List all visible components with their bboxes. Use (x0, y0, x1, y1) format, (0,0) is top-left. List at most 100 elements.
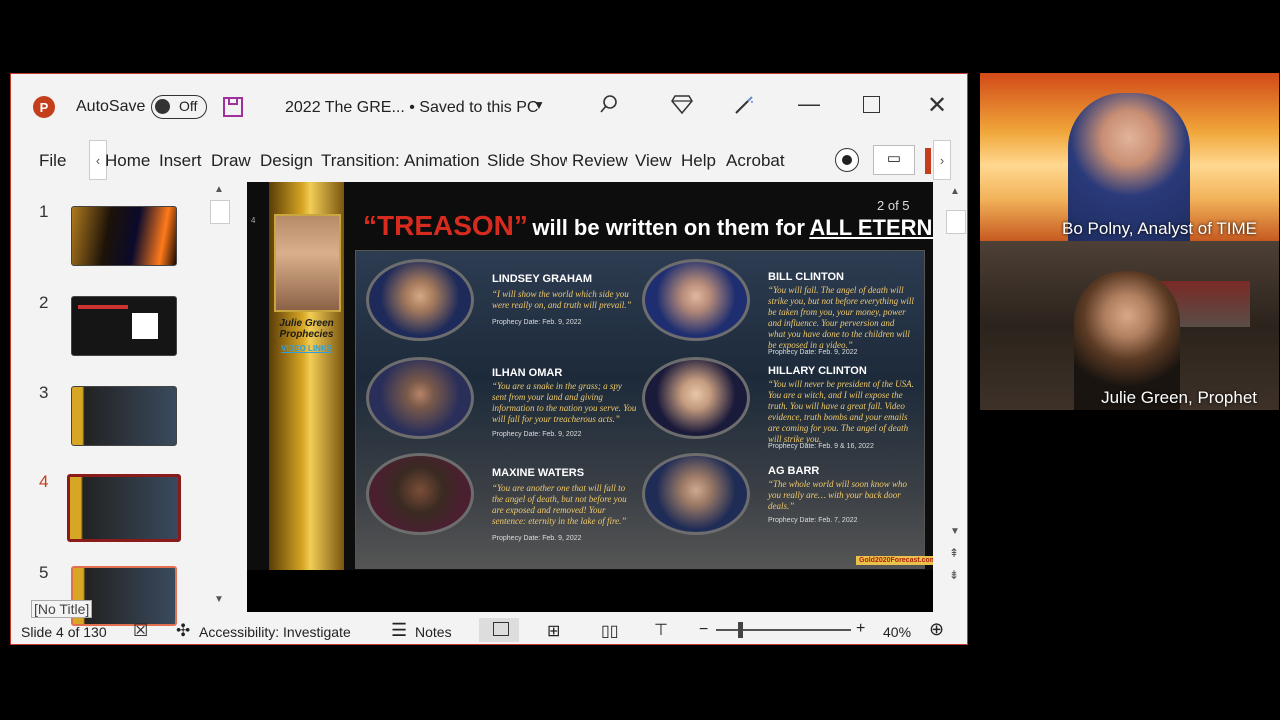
tab-animations[interactable]: Animation (404, 151, 484, 171)
powerpoint-logo-icon: P (33, 96, 55, 118)
thumb-number: 4 (39, 472, 49, 491)
slide-thumbnail-2[interactable] (71, 296, 177, 356)
slide-count: Slide 4 of 130 (21, 624, 107, 640)
maxine-waters-portrait (366, 453, 474, 535)
slide-sorter-icon[interactable]: ⊞ (547, 621, 560, 641)
person-name: ILHAN OMAR (492, 367, 563, 379)
headline-red: “TREASON” (363, 210, 528, 241)
normal-view-icon[interactable] (479, 618, 519, 642)
prophecy-date: Prophecy Date: Feb. 9, 2022 (492, 535, 582, 542)
thumbnails-scrollbar[interactable]: ▲ ▼ (209, 180, 231, 614)
scroll-down-icon[interactable]: ▼ (950, 526, 960, 537)
tab-acrobat[interactable]: Acrobat (726, 151, 785, 171)
tab-file[interactable]: File (39, 151, 66, 171)
tab-review[interactable]: Review (572, 151, 628, 171)
record-icon[interactable] (835, 148, 859, 172)
ribbon-tabs: File ‹ Home Insert Draw Design Transitio… (11, 140, 967, 180)
slide-editor: 4 Julie Green Prophecies VIDEO LINKS 2 of… (247, 182, 933, 612)
prophecy-date: Prophecy Date: Feb. 9 & 16, 2022 (768, 443, 874, 450)
slide-thumbnail-3[interactable] (71, 386, 177, 446)
video-links[interactable]: VIDEO LINKS (269, 344, 344, 353)
comments-icon[interactable]: ▭ (873, 145, 915, 175)
next-slide-icon[interactable]: ⇟ (949, 568, 959, 582)
video-feed-bottom: Julie Green, Prophet (980, 241, 1279, 410)
status-bar: Slide 4 of 130 ☒ ✣ Accessibility: Invest… (11, 614, 967, 644)
video-caption: Julie Green, Prophet (1101, 388, 1257, 407)
ag-barr-portrait (642, 453, 750, 535)
video-feed-top: Bo Polny, Analyst of TIME (980, 73, 1279, 241)
search-icon[interactable] (599, 94, 619, 114)
spelling-check-icon[interactable]: ☒ (133, 621, 148, 641)
tab-transitions[interactable]: Transition: (321, 151, 401, 171)
tab-insert[interactable]: Insert (159, 151, 202, 171)
autosave-toggle[interactable]: Off (151, 95, 207, 119)
zoom-slider-thumb[interactable] (738, 622, 743, 638)
maximize-icon[interactable] (863, 96, 880, 113)
slide-thumbnail-4-selected[interactable] (67, 474, 181, 542)
tab-help[interactable]: Help (681, 151, 716, 171)
person-name: LINDSEY GRAHAM (492, 273, 593, 285)
tab-draw[interactable]: Draw (211, 151, 251, 171)
designer-pen-icon[interactable] (733, 94, 755, 116)
scroll-up-icon[interactable]: ▲ (950, 186, 960, 197)
minimize-icon[interactable]: — (798, 91, 820, 117)
qr-code (132, 313, 158, 339)
title-bar: P AutoSave Off 2022 The GRE... • Saved t… (11, 74, 967, 140)
presenter-view-icon[interactable]: ⊤ (654, 620, 668, 640)
prophecy-date: Prophecy Date: Feb. 9, 2022 (768, 349, 858, 356)
thumb-number: 2 (39, 293, 49, 312)
scroll-thumb[interactable] (946, 210, 966, 234)
ribbon-scroll-right-icon[interactable]: › (933, 140, 951, 180)
fit-to-window-icon[interactable]: ⊕ (929, 619, 944, 640)
tab-home[interactable]: Home (105, 151, 150, 171)
tab-design[interactable]: Design (260, 151, 313, 171)
accessibility-icon[interactable]: ✣ (176, 621, 190, 641)
person-name: HILLARY CLINTON (768, 365, 867, 377)
zoom-level[interactable]: 40% (883, 624, 911, 640)
scroll-up-icon[interactable]: ▲ (214, 184, 224, 195)
person-quote: “You are another one that will fall to t… (492, 483, 627, 526)
slide-thumbnail-1[interactable] (71, 206, 177, 266)
bill-clinton-portrait (642, 259, 750, 341)
close-icon[interactable]: ✕ (927, 91, 947, 120)
watermark-badge: Gold2020Forecast.com (856, 556, 933, 565)
tab-view[interactable]: View (635, 151, 672, 171)
side-title-line2: Prophecies (279, 329, 334, 340)
document-title[interactable]: 2022 The GRE... • Saved to this PC (285, 99, 538, 117)
powerpoint-window: P AutoSave Off 2022 The GRE... • Saved t… (10, 73, 968, 645)
thumb-number: 5 (39, 563, 49, 582)
zoom-out-icon[interactable]: − (699, 621, 708, 639)
person-name: AG BARR (768, 465, 820, 477)
julie-green-photo (274, 214, 341, 312)
notes-icon[interactable]: ☰ (391, 620, 407, 641)
zoom-in-icon[interactable]: + (856, 620, 865, 638)
person-quote: “The whole world will soon know who you … (768, 479, 908, 511)
slide-number-label: 4 (251, 216, 256, 225)
scroll-thumb[interactable] (210, 200, 230, 224)
thumb-number: 3 (39, 383, 49, 402)
person-name: MAXINE WATERS (492, 467, 585, 479)
save-status: • Saved to this PC (409, 99, 539, 116)
previous-slide-icon[interactable]: ⇞ (949, 546, 959, 560)
slide-canvas[interactable]: 4 Julie Green Prophecies VIDEO LINKS 2 of… (247, 182, 933, 570)
save-icon[interactable] (223, 97, 243, 117)
slide-headline: “TREASON” will be written on them for AL… (363, 210, 933, 242)
editor-scrollbar[interactable]: ▲ ▼ ⇞ ⇟ (945, 182, 967, 612)
document-name: 2022 The GRE... (285, 99, 405, 116)
accessibility-status[interactable]: Accessibility: Investigate (199, 624, 351, 640)
chevron-down-icon[interactable]: ▼ (533, 98, 545, 112)
tab-slide-show[interactable]: Slide Show (487, 151, 567, 171)
headline-white: will be written on them for (532, 215, 805, 240)
ilhan-omar-portrait (366, 357, 474, 439)
prophecy-date: Prophecy Date: Feb. 9, 2022 (492, 431, 582, 438)
prophecy-date: Prophecy Date: Feb. 7, 2022 (768, 517, 858, 524)
hillary-clinton-portrait (642, 357, 750, 439)
notes-button[interactable]: Notes (415, 624, 452, 640)
toggle-state-label: Off (179, 98, 198, 114)
diamond-icon[interactable] (671, 94, 693, 114)
share-button[interactable] (925, 148, 931, 174)
scroll-down-icon[interactable]: ▼ (214, 594, 224, 605)
zoom-slider-track[interactable] (716, 629, 851, 631)
reading-view-icon[interactable]: ▯▯ (601, 621, 619, 641)
lindsey-graham-portrait (366, 259, 474, 341)
